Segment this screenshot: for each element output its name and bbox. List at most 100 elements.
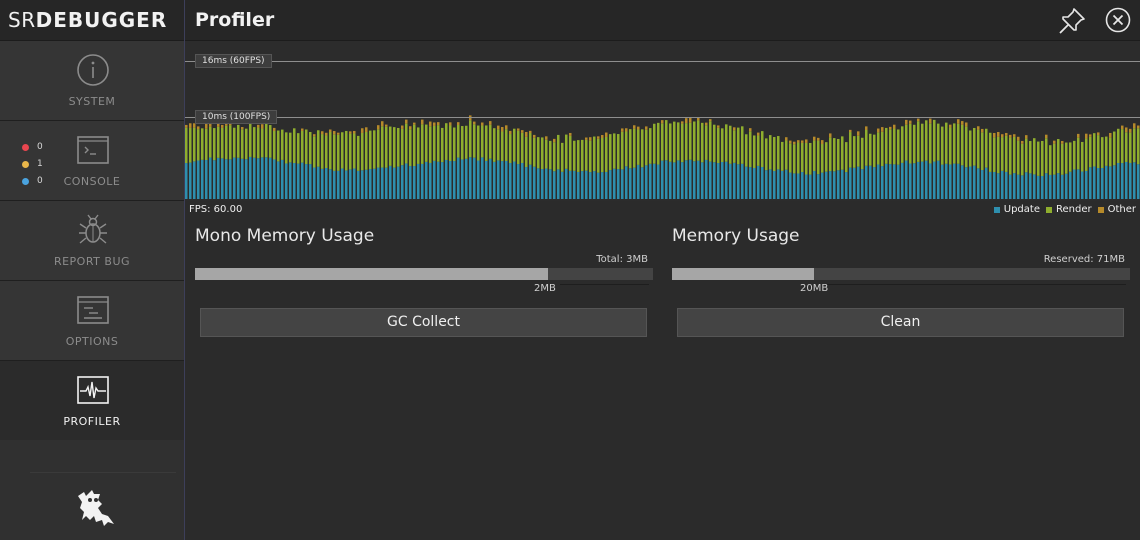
sidebar-item-console[interactable]: 0 1 0 CONSOLE: [0, 121, 184, 201]
frame-bar-segment: [789, 140, 792, 144]
frame-bar-segment: [533, 134, 536, 138]
legend-swatch: [993, 206, 1000, 213]
frame-bar-segment: [401, 125, 404, 129]
frame-bar-segment: [597, 138, 600, 173]
frame-bar-segment: [921, 161, 924, 199]
frame-bar-segment: [537, 168, 540, 199]
frame-bar-segment: [981, 170, 984, 199]
frame-bar-segment: [1001, 134, 1004, 138]
frame-bar-segment: [725, 161, 728, 199]
frame-bar-segment: [1085, 170, 1088, 199]
frame-bar-segment: [317, 166, 320, 199]
frame-bar-segment: [941, 164, 944, 199]
frame-bar-segment: [697, 117, 700, 121]
frame-bar-segment: [441, 127, 444, 163]
graph-footer: FPS: 60.00 Update Render Other: [185, 203, 1140, 219]
mono-memory-used-marker: [560, 284, 649, 285]
frame-bar-segment: [365, 127, 368, 132]
frame-bar-segment: [833, 171, 836, 199]
frame-bar-segment: [285, 163, 288, 199]
frame-bar-segment: [669, 123, 672, 162]
frame-bar-segment: [385, 126, 388, 168]
frame-bar-segment: [313, 136, 316, 168]
frame-bar-segment: [957, 123, 960, 164]
frame-bar-segment: [517, 164, 520, 199]
frame-bar-segment: [629, 129, 632, 169]
frame-bar-segment: [741, 163, 744, 199]
frame-bar-segment: [389, 165, 392, 199]
frame-bar-segment: [1093, 133, 1096, 167]
frame-bar-segment: [489, 124, 492, 159]
frame-bar-segment: [301, 128, 304, 131]
info-icon: [77, 54, 109, 86]
frame-bar-segment: [361, 132, 364, 171]
frame-bar-segment: [1089, 136, 1092, 168]
frame-bar-segment: [905, 124, 908, 161]
frame-bar-segment: [757, 135, 760, 166]
frame-bar-segment: [1017, 140, 1020, 175]
frame-bar-segment: [681, 162, 684, 199]
frame-bar-segment: [433, 122, 436, 126]
frame-bar-segment: [533, 166, 536, 199]
frame-bar-segment: [681, 123, 684, 163]
frame-bar-segment: [953, 163, 956, 199]
frame-bar-segment: [437, 161, 440, 199]
frame-bar-segment: [533, 137, 536, 167]
sidebar-item-profiler[interactable]: PROFILER: [0, 361, 184, 441]
frame-bar-segment: [749, 167, 752, 199]
frame-bar-segment: [265, 157, 268, 199]
frame-bar-segment: [913, 124, 916, 164]
frame-bar-segment: [833, 138, 836, 172]
frame-bar-segment: [233, 157, 236, 199]
frame-bar-segment: [477, 125, 480, 161]
frame-bar-segment: [1089, 134, 1092, 137]
pin-icon[interactable]: [1057, 6, 1087, 36]
frame-bar-segment: [429, 162, 432, 199]
frame-bar-segment: [553, 138, 556, 143]
frame-bar-segment: [657, 122, 660, 165]
frame-bar-segment: [1053, 140, 1056, 144]
memory-used-marker: [826, 284, 1126, 285]
frame-bar-segment: [813, 136, 816, 141]
close-icon[interactable]: [1105, 7, 1131, 33]
frame-bar-segment: [473, 121, 476, 125]
frame-bar-segment: [901, 126, 904, 163]
frame-bar-segment: [981, 128, 984, 133]
frame-bar-segment: [1125, 161, 1128, 199]
frame-bar-segment: [497, 125, 500, 130]
sidebar-item-options[interactable]: OPTIONS: [0, 281, 184, 361]
frame-bar-segment: [349, 131, 352, 134]
frame-bar-segment: [965, 126, 968, 168]
frame-bar-segment: [257, 127, 260, 159]
frame-bar-segment: [561, 171, 564, 199]
frame-bar-segment: [849, 129, 852, 133]
frame-bar-segment: [365, 169, 368, 199]
frame-bar-segment: [685, 160, 688, 199]
frame-bar-segment: [385, 124, 388, 127]
frame-bar-segment: [809, 142, 812, 175]
frame-bar-segment: [189, 123, 192, 128]
frame-bar-segment: [573, 140, 576, 171]
frame-bar-segment: [1069, 171, 1072, 199]
frame-bar-segment: [945, 163, 948, 199]
frame-bar-segment: [837, 170, 840, 199]
frame-bar-segment: [721, 128, 724, 163]
frame-bar-segment: [1021, 140, 1024, 144]
frame-bar-segment: [209, 126, 212, 158]
frame-bar-segment: [897, 129, 900, 165]
frame-bar-segment: [445, 123, 448, 160]
sidebar-item-report-bug[interactable]: REPORT BUG: [0, 201, 184, 281]
sidebar-item-system[interactable]: SYSTEM: [0, 41, 184, 121]
frame-bar-segment: [821, 172, 824, 199]
guide-line-10ms: [185, 117, 1140, 118]
frame-bar-segment: [705, 122, 708, 126]
frame-bar-segment: [981, 132, 984, 171]
frame-bar-segment: [1057, 173, 1060, 199]
frame-bar-segment: [249, 123, 252, 157]
gc-collect-button[interactable]: GC Collect: [200, 308, 647, 337]
frame-bar-segment: [529, 132, 532, 165]
frame-bar-segment: [201, 159, 204, 199]
frame-bar-segment: [541, 137, 544, 170]
frame-bar-segment: [1109, 166, 1112, 199]
clean-button[interactable]: Clean: [677, 308, 1124, 337]
